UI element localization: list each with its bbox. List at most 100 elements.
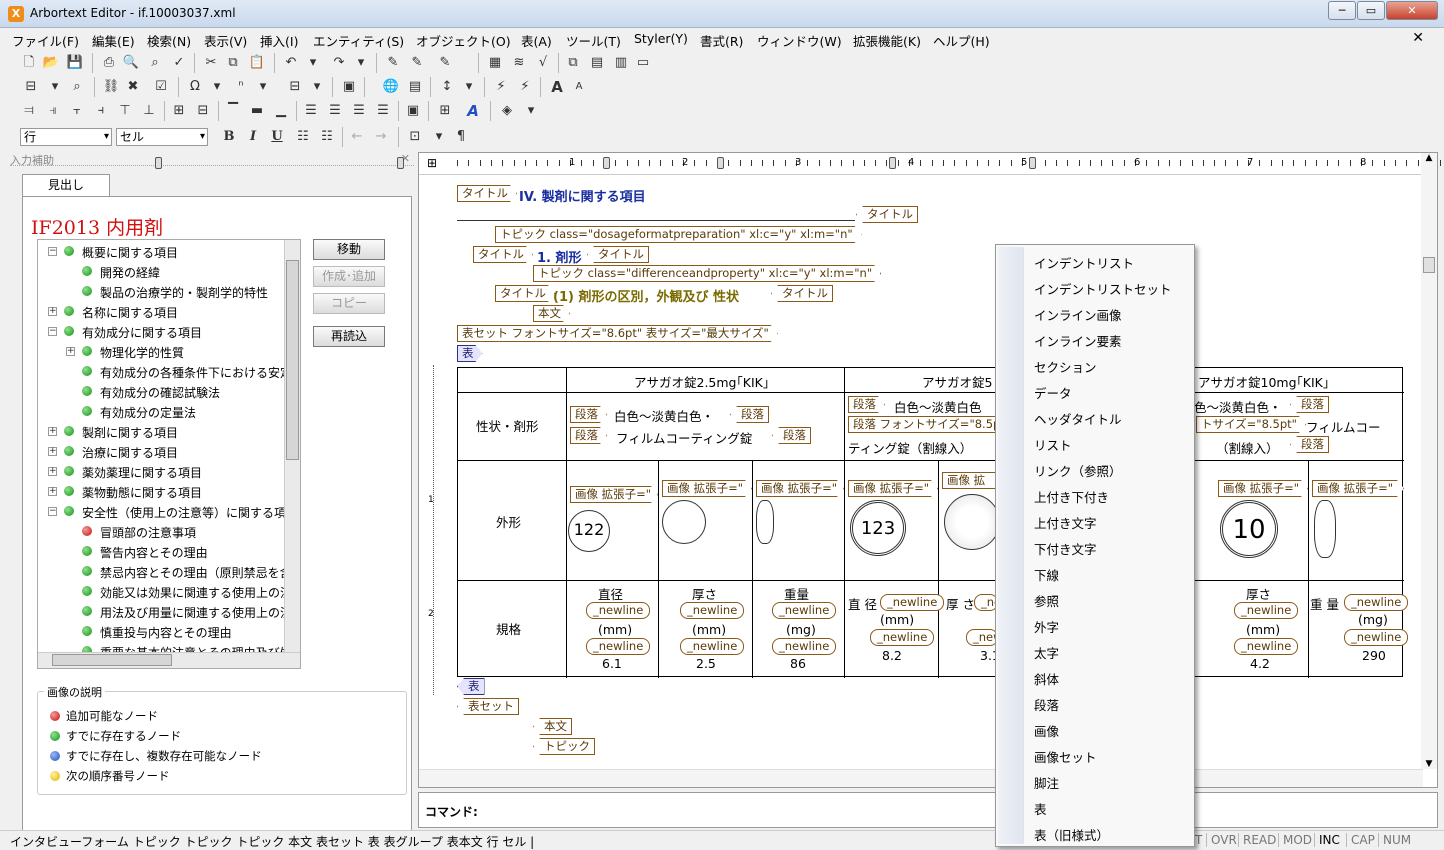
expand-icon[interactable]: + bbox=[48, 307, 57, 316]
table-merge-icon[interactable]: ⊞ bbox=[170, 102, 188, 120]
tablet-side-image[interactable] bbox=[1314, 500, 1336, 558]
menu-object[interactable]: オブジェクト(O) bbox=[416, 31, 511, 50]
topic-start-tag[interactable]: トピック class="dosageformatpreparation" xl:… bbox=[495, 226, 862, 243]
title-tag[interactable]: タイトル bbox=[457, 185, 517, 202]
insert-object-dropdown-icon[interactable]: ▾ bbox=[430, 128, 448, 146]
scroll-down-icon[interactable]: ▼ bbox=[1421, 759, 1437, 769]
window-icon[interactable]: ▭ bbox=[634, 54, 652, 72]
paragraph-end-tag[interactable]: 段落 bbox=[730, 406, 769, 423]
honbun-tag[interactable]: 本文 bbox=[533, 305, 570, 322]
split-markup-icon[interactable]: ✎ bbox=[436, 54, 454, 72]
title-end-tag[interactable]: タイトル bbox=[771, 285, 833, 302]
newline-tag[interactable]: _newline bbox=[680, 638, 745, 655]
newline-tag[interactable]: _newline bbox=[966, 629, 998, 646]
insert-object-icon[interactable]: ⊡ bbox=[406, 128, 424, 146]
editor-horizontal-scrollbar[interactable] bbox=[419, 769, 1423, 787]
paragraph-tag[interactable]: 段落 bbox=[570, 406, 607, 423]
spec-value[interactable]: 8.2 bbox=[882, 648, 902, 663]
context-menu-item[interactable]: 外字 bbox=[1034, 617, 1059, 636]
context-menu-item[interactable]: データ bbox=[1034, 383, 1072, 402]
title-end-tag[interactable]: タイトル bbox=[587, 246, 649, 263]
copy-icon[interactable]: ⧉ bbox=[224, 54, 242, 72]
topic-end-tag[interactable]: トピック bbox=[533, 738, 595, 755]
title-tag[interactable]: タイトル bbox=[495, 285, 555, 302]
paste-icon[interactable]: 📋 bbox=[248, 54, 266, 72]
tableset-end-tag[interactable]: 表セット bbox=[457, 698, 519, 715]
validate-icon[interactable]: ☑ bbox=[152, 78, 170, 96]
context-menu-item[interactable]: 太字 bbox=[1034, 643, 1059, 662]
newline-tag[interactable]: _newline bbox=[586, 638, 651, 655]
context-menu-item[interactable]: 画像 bbox=[1034, 721, 1059, 740]
heading-tree[interactable]: 相互作用重要な基本的注意とその理由及び処慎重投与内容とその理由用法及び用量に関連… bbox=[37, 239, 301, 669]
attribute-icon[interactable]: ⊟ bbox=[286, 78, 304, 96]
cell-props-icon[interactable]: ▣ bbox=[404, 102, 422, 120]
spec-value[interactable]: 4.2 bbox=[1250, 656, 1270, 671]
context-menu-item[interactable]: 表（旧様式） bbox=[1034, 825, 1109, 844]
title-tag[interactable]: タイトル bbox=[473, 246, 533, 263]
numbered-list-icon[interactable]: ☷ bbox=[294, 128, 312, 146]
table-col-icon[interactable]: ⫣ bbox=[44, 102, 62, 120]
description-text[interactable]: フィルムコーティング錠 bbox=[616, 428, 752, 447]
image-tag[interactable]: 画像 拡 bbox=[942, 472, 1002, 489]
tag-display-icon[interactable]: ⊟ bbox=[22, 78, 40, 96]
link-icon[interactable]: ⛓ bbox=[102, 78, 120, 96]
image-tag[interactable]: 画像 拡張子=" bbox=[848, 480, 938, 497]
menu-file[interactable]: ファイル(F) bbox=[12, 31, 79, 50]
tab-stop-marker[interactable] bbox=[603, 157, 610, 169]
menu-search[interactable]: 検索(N) bbox=[147, 31, 191, 50]
fill-color-icon[interactable]: ◈ bbox=[498, 102, 516, 120]
table-grid-icon[interactable]: ⊞ bbox=[427, 156, 437, 170]
fill-dropdown-icon[interactable]: ▾ bbox=[522, 102, 540, 120]
compose-icon[interactable]: ▤ bbox=[588, 54, 606, 72]
image-tag[interactable]: 画像 拡張子=" bbox=[1218, 480, 1308, 497]
minimize-button[interactable]: ─ bbox=[1328, 1, 1356, 20]
increase-font-icon[interactable]: A bbox=[548, 78, 566, 96]
spec-value[interactable]: 2.5 bbox=[696, 656, 716, 671]
tablet-image[interactable] bbox=[944, 494, 1000, 550]
newline-tag[interactable]: _newline bbox=[772, 602, 837, 619]
attribute-dropdown-icon[interactable]: ▾ bbox=[308, 78, 326, 96]
context-menu-item[interactable]: 下付き文字 bbox=[1034, 539, 1097, 558]
table-insert2-icon[interactable]: ⫞ bbox=[92, 102, 110, 120]
newline-tag[interactable]: _newline bbox=[1344, 594, 1409, 611]
format-icon[interactable]: ⚡ bbox=[492, 78, 510, 96]
menu-table[interactable]: 表(A) bbox=[521, 31, 552, 50]
newline-tag[interactable]: _newline bbox=[680, 602, 745, 619]
context-menu-item[interactable]: 参照 bbox=[1034, 591, 1059, 610]
context-menu-item[interactable]: 上付き文字 bbox=[1034, 513, 1097, 532]
pilcrow-icon[interactable]: ¶ bbox=[452, 128, 470, 146]
paragraph-end-tag[interactable]: 段落 bbox=[1290, 436, 1329, 453]
newline-tag[interactable]: _newline bbox=[586, 602, 651, 619]
editor-vertical-scrollbar[interactable]: ▲ ▼ bbox=[1421, 153, 1437, 769]
cell-select[interactable]: セル bbox=[116, 128, 208, 146]
image-tag[interactable]: 画像 拡張子=" bbox=[662, 480, 752, 497]
tree-horizontal-scrollbar[interactable] bbox=[38, 652, 300, 668]
close-document-icon[interactable]: ✕ bbox=[1412, 30, 1424, 46]
context-menu-item[interactable]: 脚注 bbox=[1034, 773, 1059, 792]
view-icon[interactable]: ▥ bbox=[612, 54, 630, 72]
align-center-icon[interactable]: ☰ bbox=[326, 102, 344, 120]
topic-start-tag[interactable]: トピック class="differenceandproperty" xl:c=… bbox=[533, 265, 881, 282]
collapse-icon[interactable]: − bbox=[48, 247, 57, 256]
create-add-button[interactable]: 作成･追加 bbox=[313, 266, 385, 287]
tablet-image[interactable]: 123 bbox=[850, 500, 906, 556]
paragraph-tag[interactable]: 段落 bbox=[848, 396, 885, 413]
align-bottom-icon[interactable]: ▁ bbox=[272, 102, 290, 120]
description-text[interactable]: （割線入） bbox=[1216, 438, 1279, 457]
move-button[interactable]: 移動 bbox=[313, 239, 385, 260]
context-menu-item[interactable]: 下線 bbox=[1034, 565, 1059, 584]
newline-tag[interactable]: _newline bbox=[880, 594, 945, 611]
description-text[interactable]: フィルムコー bbox=[1306, 417, 1381, 436]
table-icon[interactable]: ▦ bbox=[486, 54, 504, 72]
align-justify-icon[interactable]: ☰ bbox=[374, 102, 392, 120]
align-middle-icon[interactable]: ▬ bbox=[248, 102, 266, 120]
save-icon[interactable]: 💾 bbox=[66, 54, 84, 72]
context-menu-item[interactable]: インデントリストセット bbox=[1034, 279, 1172, 298]
context-menu-item[interactable]: 上付き下付き bbox=[1034, 487, 1109, 506]
menu-format[interactable]: 書式(R) bbox=[700, 31, 743, 50]
tab-stop-marker[interactable] bbox=[1029, 157, 1036, 169]
menu-entity[interactable]: エンティティ(S) bbox=[313, 31, 404, 50]
heading-level2[interactable]: 1. 剤形 bbox=[537, 247, 582, 266]
close-window-button[interactable]: ✕ bbox=[1386, 1, 1438, 20]
image-tag[interactable]: 画像 拡張子=" bbox=[570, 486, 658, 503]
